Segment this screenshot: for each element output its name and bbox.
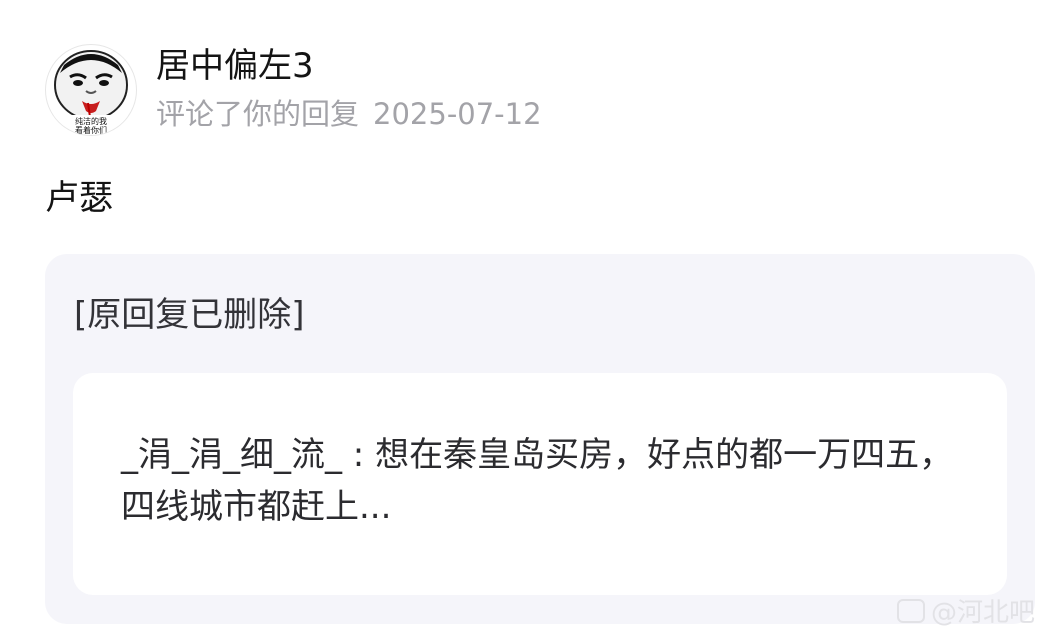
avatar-caption-line2: 看着你们: [75, 125, 107, 135]
quoted-reply-card[interactable]: [原回复已删除] _涓_涓_细_流_ : 想在秦皇岛买房，好点的都一万四五，四线…: [45, 254, 1035, 624]
deleted-reply-note: [原回复已删除]: [74, 295, 305, 335]
timestamp: 2025-07-12: [373, 97, 542, 131]
avatar-caption-line1: 纯洁的我: [75, 116, 107, 126]
username[interactable]: 居中偏左3: [156, 44, 314, 88]
original-post-excerpt: _涓_涓_细_流_ : 想在秦皇岛买房，好点的都一万四五，四线城市都赶上...: [121, 435, 954, 527]
tieba-logo-icon: [896, 598, 925, 623]
action-text: 评论了你的回复: [156, 97, 360, 131]
original-post-card[interactable]: _涓_涓_细_流_ : 想在秦皇岛买房，好点的都一万四五，四线城市都赶上...: [73, 373, 1007, 595]
notification-meta: 评论了你的回复 2025-07-12: [156, 94, 542, 134]
notification-item[interactable]: 纯洁的我 看着你们 居中偏左3 评论了你的回复 2025-07-12 卢瑟 [原回…: [0, 0, 1049, 635]
avatar[interactable]: 纯洁的我 看着你们: [45, 44, 137, 136]
comment-text[interactable]: 卢瑟: [45, 176, 113, 220]
watermark: @河北吧: [896, 592, 1035, 629]
avatar-meme-image: 纯洁的我 看着你们: [54, 50, 128, 135]
watermark-text: @河北吧: [930, 598, 1035, 628]
